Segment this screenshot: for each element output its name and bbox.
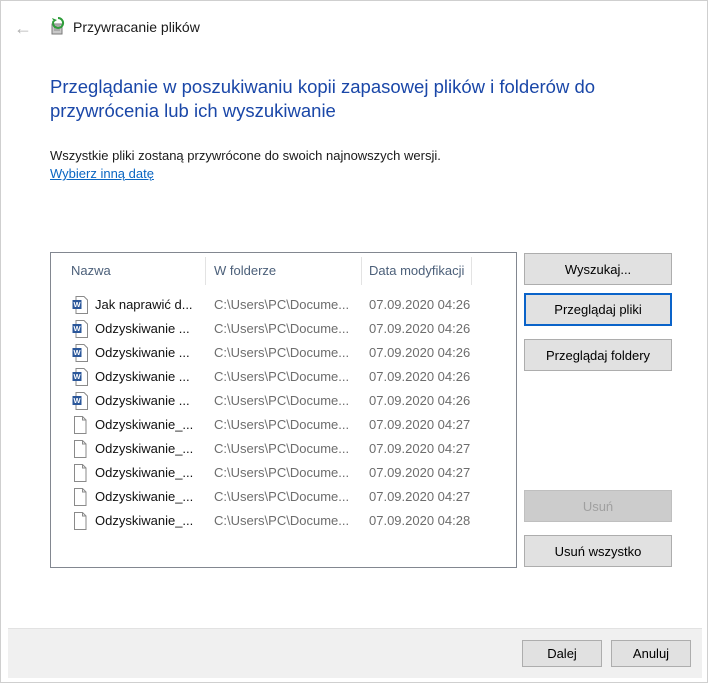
- window-title: Przywracanie plików: [73, 19, 200, 35]
- restore-files-window: ← Przywracanie plików Przeglądanie w pos…: [0, 0, 708, 683]
- blank-file-icon: [74, 440, 87, 458]
- file-folder: C:\Users\PC\Docume...: [214, 417, 350, 432]
- title-bar: ← Przywracanie plików: [1, 1, 707, 57]
- column-header-name[interactable]: Nazwa: [71, 253, 111, 289]
- file-name: Odzyskiwanie_...: [95, 489, 194, 504]
- word-document-icon: W: [72, 320, 88, 338]
- column-divider[interactable]: [205, 257, 206, 285]
- list-row[interactable]: Odzyskiwanie_... C:\Users\PC\Docume... 0…: [51, 413, 516, 437]
- list-row[interactable]: W Odzyskiwanie ... C:\Users\PC\Docume...…: [51, 341, 516, 365]
- choose-date-link[interactable]: Wybierz inną datę: [50, 166, 154, 181]
- file-folder: C:\Users\PC\Docume...: [214, 297, 350, 312]
- file-name: Jak naprawić d...: [95, 297, 193, 312]
- file-date: 07.09.2020 04:27: [369, 465, 471, 480]
- word-document-icon: W: [72, 296, 88, 314]
- file-name: Odzyskiwanie_...: [95, 417, 194, 432]
- next-button[interactable]: Dalej: [522, 640, 602, 667]
- file-list[interactable]: Nazwa W folderze Data modyfikacji W Jak …: [50, 252, 517, 568]
- column-header-folder[interactable]: W folderze: [214, 253, 276, 289]
- list-row[interactable]: W Odzyskiwanie ... C:\Users\PC\Docume...…: [51, 317, 516, 341]
- file-date: 07.09.2020 04:26: [369, 393, 471, 408]
- list-row[interactable]: Odzyskiwanie_... C:\Users\PC\Docume... 0…: [51, 509, 516, 533]
- svg-text:W: W: [73, 324, 81, 333]
- file-name: Odzyskiwanie ...: [95, 393, 190, 408]
- restore-info-text: Wszystkie pliki zostaną przywrócone do s…: [50, 148, 441, 163]
- remove-button[interactable]: Usuń: [524, 490, 672, 522]
- svg-text:W: W: [73, 372, 81, 381]
- file-date: 07.09.2020 04:26: [369, 321, 471, 336]
- list-row[interactable]: W Jak naprawić d... C:\Users\PC\Docume..…: [51, 293, 516, 317]
- file-folder: C:\Users\PC\Docume...: [214, 393, 350, 408]
- page-heading: Przeglądanie w poszukiwaniu kopii zapaso…: [50, 76, 596, 121]
- list-row[interactable]: Odzyskiwanie_... C:\Users\PC\Docume... 0…: [51, 485, 516, 509]
- file-name: Odzyskiwanie_...: [95, 513, 194, 528]
- browse-folders-button[interactable]: Przeglądaj foldery: [524, 339, 672, 371]
- file-date: 07.09.2020 04:26: [369, 345, 471, 360]
- list-row[interactable]: W Odzyskiwanie ... C:\Users\PC\Docume...…: [51, 365, 516, 389]
- search-button[interactable]: Wyszukaj...: [524, 253, 672, 285]
- svg-text:W: W: [73, 396, 81, 405]
- file-date: 07.09.2020 04:26: [369, 297, 471, 312]
- list-row[interactable]: W Odzyskiwanie ... C:\Users\PC\Docume...…: [51, 389, 516, 413]
- file-folder: C:\Users\PC\Docume...: [214, 441, 350, 456]
- blank-file-icon: [74, 464, 87, 482]
- file-date: 07.09.2020 04:28: [369, 513, 471, 528]
- blank-file-icon: [74, 416, 87, 434]
- file-folder: C:\Users\PC\Docume...: [214, 489, 350, 504]
- word-document-icon: W: [72, 368, 88, 386]
- file-name: Odzyskiwanie ...: [95, 321, 190, 336]
- file-name: Odzyskiwanie_...: [95, 465, 194, 480]
- file-folder: C:\Users\PC\Docume...: [214, 369, 350, 384]
- file-folder: C:\Users\PC\Docume...: [214, 513, 350, 528]
- file-name: Odzyskiwanie ...: [95, 369, 190, 384]
- file-name: Odzyskiwanie ...: [95, 345, 190, 360]
- list-row[interactable]: Odzyskiwanie_... C:\Users\PC\Docume... 0…: [51, 461, 516, 485]
- list-row[interactable]: Odzyskiwanie_... C:\Users\PC\Docume... 0…: [51, 437, 516, 461]
- column-header-date[interactable]: Data modyfikacji: [369, 253, 464, 289]
- back-arrow-icon[interactable]: ←: [14, 19, 34, 37]
- remove-all-button[interactable]: Usuń wszystko: [524, 535, 672, 567]
- file-date: 07.09.2020 04:27: [369, 441, 471, 456]
- dialog-footer: Dalej Anuluj: [8, 628, 702, 678]
- file-folder: C:\Users\PC\Docume...: [214, 321, 350, 336]
- column-divider[interactable]: [471, 257, 472, 285]
- word-document-icon: W: [72, 344, 88, 362]
- svg-text:W: W: [73, 300, 81, 309]
- column-divider[interactable]: [361, 257, 362, 285]
- blank-file-icon: [74, 512, 87, 530]
- svg-text:W: W: [73, 348, 81, 357]
- restore-files-app-icon: [51, 17, 65, 35]
- browse-files-button[interactable]: Przeglądaj pliki: [524, 293, 672, 326]
- file-date: 07.09.2020 04:27: [369, 489, 471, 504]
- file-date: 07.09.2020 04:27: [369, 417, 471, 432]
- file-name: Odzyskiwanie_...: [95, 441, 194, 456]
- file-folder: C:\Users\PC\Docume...: [214, 465, 350, 480]
- file-folder: C:\Users\PC\Docume...: [214, 345, 350, 360]
- word-document-icon: W: [72, 392, 88, 410]
- cancel-button[interactable]: Anuluj: [611, 640, 691, 667]
- blank-file-icon: [74, 488, 87, 506]
- file-date: 07.09.2020 04:26: [369, 369, 471, 384]
